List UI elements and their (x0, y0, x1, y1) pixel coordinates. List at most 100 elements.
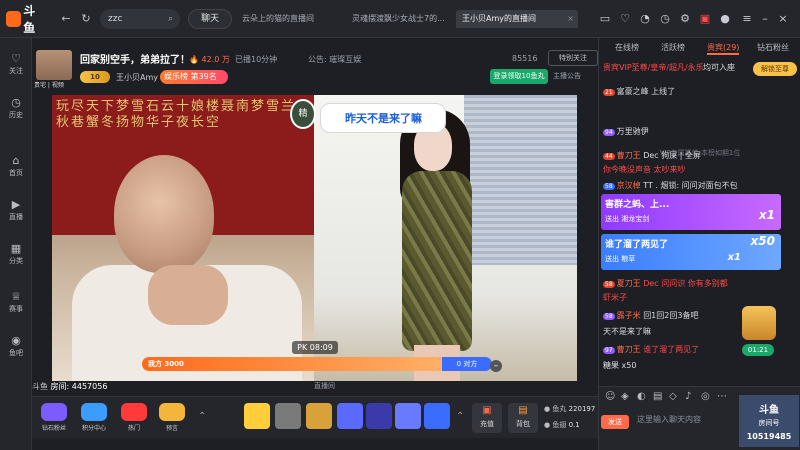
points-icon (81, 403, 107, 421)
tab-online-rank[interactable]: 在线榜 (615, 42, 639, 53)
tab-1[interactable]: 灵魂摆渡飘少女战士7的... (346, 10, 456, 28)
search-input[interactable]: zzc ⌕ (100, 9, 180, 29)
chat-message: 你今晚没声音 太吵来吵 (603, 165, 686, 174)
minimize-icon[interactable]: – (758, 12, 772, 26)
pk-our-side: 我方 3000 (142, 357, 442, 371)
user-level: 44 (603, 153, 615, 160)
notification-icon[interactable]: ◔ (638, 12, 652, 26)
shop-icon[interactable]: ◇ (669, 391, 681, 403)
rank-badge[interactable]: 娱乐榜 第39名 (160, 70, 228, 84)
message-text: 回1回2回3备吧 (643, 311, 699, 320)
gift-item[interactable] (337, 403, 363, 429)
sidebar-item-esports[interactable]: ♕ 赛事 (0, 290, 32, 320)
target-icon[interactable]: ◎ (701, 391, 713, 403)
gift-banner: 害群之蚂、上... 送出 湘龙宝剑 x1 (601, 194, 781, 230)
chat-bubble-icon[interactable]: ▭ (598, 12, 612, 26)
woman-dress (402, 171, 472, 351)
diamond-fan-button[interactable]: 钻石粉丝 (34, 403, 74, 435)
unlock-vip-button[interactable]: 解锁至尊 (753, 62, 797, 76)
sidebar-item-home[interactable]: ⌂ 首页 (0, 154, 32, 184)
login-reward-button[interactable]: 登录领取10鱼丸 (490, 69, 548, 84)
heart-icon: ♡ (11, 52, 21, 65)
gift-banner-sub: 送出 粮草 (605, 255, 636, 263)
treasure-timer: 01:21 (742, 344, 774, 356)
mic-icon[interactable]: ♪ (685, 391, 697, 403)
pk-close-icon[interactable]: – (490, 360, 502, 372)
user-avatar-icon[interactable]: ● (718, 12, 732, 26)
gift-item[interactable] (424, 403, 450, 429)
recharge-icon: ▣ (482, 405, 492, 416)
tab-active-rank[interactable]: 活跃榜 (661, 42, 685, 53)
user-name[interactable]: 夏刀王 (617, 279, 641, 288)
sidebar-item-live[interactable]: ▶ 直播 (0, 198, 32, 228)
chat-message: 虾米子 (603, 293, 627, 302)
gift-scroll-icon[interactable]: ⌃ (456, 411, 464, 422)
menu-icon[interactable]: ≡ (740, 12, 754, 26)
user-name[interactable]: 露子米 (617, 311, 641, 320)
video-watermark: 直播间 (314, 382, 335, 390)
clock-icon[interactable]: ◷ (658, 12, 672, 26)
gift-item[interactable] (275, 403, 301, 429)
search-icon[interactable]: ⌕ (168, 9, 173, 29)
chat-input-area: ☺ ◈ ◐ ▤ ◇ ♪ ◎ ⋯ 这里输入聊天内容 发送 斗鱼 房间号 10519… (599, 386, 800, 450)
close-tab-icon[interactable]: × (567, 10, 574, 28)
streamer-name[interactable]: 王小贝Amy (116, 72, 158, 83)
tab-2-active[interactable]: 王小贝Amy的直播间 × (456, 10, 578, 28)
douyu-logo[interactable]: 斗鱼 (6, 4, 46, 35)
points-center-button[interactable]: 积分中心 (74, 403, 114, 435)
trophy-icon (159, 403, 185, 421)
treasure-chest-icon[interactable] (742, 306, 776, 340)
settings-icon[interactable]: ⚙ (678, 12, 692, 26)
fan-badge-icon[interactable]: ◈ (621, 391, 633, 403)
gift-item[interactable] (395, 403, 421, 429)
gift-item[interactable] (244, 403, 270, 429)
tab-diamond-fans[interactable]: 钻石粉丝 (757, 42, 789, 53)
user-level: 58 (603, 183, 615, 190)
sidebar-item-follow[interactable]: ♡ 关注 (0, 52, 32, 82)
diamond-icon (41, 403, 67, 421)
video-player[interactable]: 玩尽天下梦雪石云十娘楼聂南梦雪兰秋巷蟹冬扬物华子夜长空 精 昨天不是来了嘛 PK… (52, 95, 577, 381)
fish-ball-count: 220197 (568, 405, 596, 413)
back-icon[interactable]: ← (60, 13, 72, 25)
room-notice: 公告: 璀璨互娱 (308, 55, 362, 64)
room-number-card: 斗鱼 房间号 10519485 (739, 395, 799, 447)
announcement-link[interactable]: 主播公告 (553, 71, 581, 81)
chat-button[interactable]: 聊天 (188, 9, 232, 29)
tab-0[interactable]: 云朵上的猫的直播间 (236, 10, 346, 28)
recharge-button[interactable]: ▣ 充值 (472, 403, 502, 433)
noble-rank-text: 贵宾VIP至尊/皇帝/超凡/永乐 (603, 63, 704, 72)
sidebar-item-history[interactable]: ◷ 历史 (0, 96, 32, 126)
trophy-icon: ♕ (11, 290, 21, 303)
gift-left-label: 热门 (127, 425, 140, 432)
gift-scroll-up-icon[interactable]: ⌃ (198, 411, 206, 422)
more-icon[interactable]: ⋯ (717, 391, 729, 403)
close-window-icon[interactable]: × (776, 12, 790, 26)
refresh-icon[interactable]: ↻ (80, 13, 92, 25)
pk-timer: PK 08:09 (292, 341, 338, 354)
clock-icon: ◷ (11, 96, 21, 109)
hot-button[interactable]: 热门 (114, 403, 154, 435)
gift-item[interactable] (366, 403, 392, 429)
heart-icon[interactable]: ♡ (618, 12, 632, 26)
man-hands (148, 265, 228, 325)
sidebar-item-category[interactable]: ▦ 分类 (0, 242, 32, 272)
send-button[interactable]: 发送 (601, 415, 629, 429)
emoji-icon[interactable]: ☺ (605, 391, 617, 403)
chat-message: 44 曹刀王 Dec 狗屎 | 全屏 (603, 150, 793, 161)
streamer-avatar[interactable] (36, 50, 72, 80)
user-name[interactable]: 曹刀王 (617, 345, 641, 354)
sidebar-item-fishbar[interactable]: ◉ 鱼吧 (0, 334, 32, 364)
heat-count: 🔥 42.0 万 (189, 55, 230, 64)
tab-vip[interactable]: 贵宾(29) (707, 42, 740, 55)
barrage-icon[interactable]: ▤ (653, 391, 665, 403)
user-name[interactable]: 京汉棹 (617, 181, 641, 190)
predict-button[interactable]: 预言 (152, 403, 192, 435)
user-name[interactable]: 曹刀王 (617, 151, 641, 160)
special-follow-button[interactable]: 特别关注 (548, 50, 598, 66)
tab-label: 王小贝Amy的直播间 (462, 14, 536, 23)
gift-item[interactable] (306, 403, 332, 429)
sidebar-label: 直播 (9, 213, 23, 221)
color-bubble-icon[interactable]: ◐ (637, 391, 649, 403)
backpack-button[interactable]: ▤ 背包 (508, 403, 538, 433)
gift-box-icon[interactable]: ▣ (698, 12, 712, 26)
